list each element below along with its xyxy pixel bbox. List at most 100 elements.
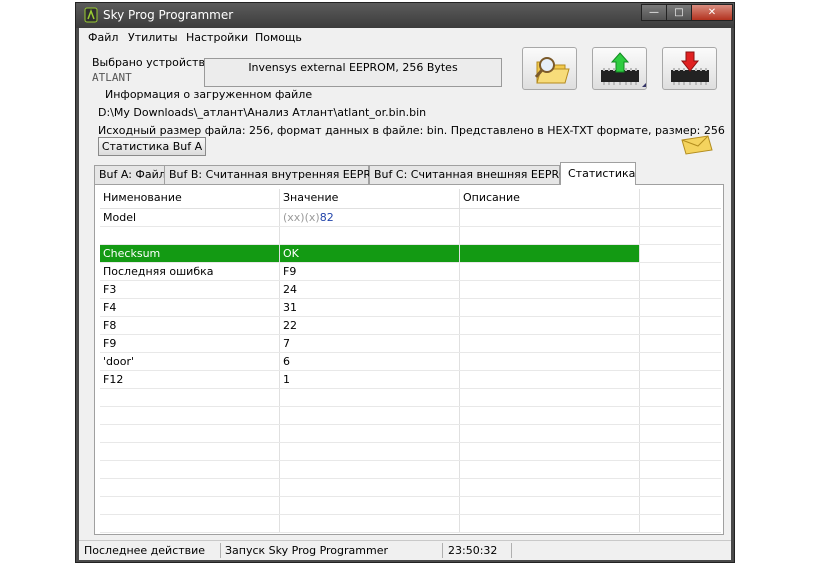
empty-row (100, 497, 721, 515)
cell-value: F9 (280, 263, 460, 280)
cell-filler (640, 317, 721, 334)
open-file-button[interactable] (522, 47, 577, 90)
app-icon (84, 7, 98, 23)
cell-value: 24 (280, 281, 460, 298)
column-header-description[interactable]: Описание (460, 189, 640, 208)
model-prefix: (xx)(x) (283, 211, 320, 224)
cell-filler (640, 263, 721, 280)
cell-description (460, 317, 640, 334)
cell-value: 31 (280, 299, 460, 316)
cell-name (100, 227, 280, 244)
read-chip-button[interactable] (662, 47, 717, 90)
status-bar: Последнее действие Запуск Sky Prog Progr… (79, 540, 731, 560)
cell-name: F4 (100, 299, 280, 316)
tab-statistics[interactable]: Статистика (560, 162, 636, 185)
empty-cell (460, 479, 640, 496)
cell-description (460, 353, 640, 370)
empty-row (100, 461, 721, 479)
model-value: 82 (319, 211, 334, 224)
menu-utilities[interactable]: Утилиты (128, 31, 178, 44)
table-row[interactable]: F4 31 (100, 299, 721, 317)
table-row[interactable]: F8 22 (100, 317, 721, 335)
cell-description (460, 245, 640, 262)
empty-cell (640, 389, 721, 406)
empty-cell (280, 515, 460, 532)
device-info-text: Invensys external EEPROM, 256 Bytes (248, 61, 458, 74)
cell-description (460, 209, 640, 226)
file-details: Исходный размер файла: 256, формат данны… (98, 124, 725, 137)
device-name: ATLANT (92, 71, 132, 84)
table-row[interactable]: 'door' 6 (100, 353, 721, 371)
minimize-button[interactable]: — (641, 4, 667, 21)
empty-row (100, 443, 721, 461)
empty-cell (460, 461, 640, 478)
empty-row (100, 407, 721, 425)
table-row[interactable]: F3 24 (100, 281, 721, 299)
maximize-button[interactable]: □ (666, 4, 692, 21)
cell-value: OK (280, 245, 460, 262)
cell-description (460, 281, 640, 298)
cell-filler (640, 299, 721, 316)
table-row[interactable]: F12 1 (100, 371, 721, 389)
empty-cell (640, 425, 721, 442)
empty-cell (640, 515, 721, 532)
empty-cell (280, 407, 460, 424)
cell-description (460, 371, 640, 388)
empty-cell (460, 407, 640, 424)
status-separator (511, 543, 512, 558)
table-row[interactable]: Последняя ошибка F9 (100, 263, 721, 281)
cell-name: F12 (100, 371, 280, 388)
empty-row (100, 425, 721, 443)
status-separator (442, 543, 443, 558)
menu-settings[interactable]: Настройки (186, 31, 248, 44)
menu-bar: Файл Утилиты Настройки Помощь (79, 28, 731, 46)
empty-row (100, 479, 721, 497)
menu-help[interactable]: Помощь (255, 31, 302, 44)
tab-buf-a[interactable]: Buf A: Файл (94, 165, 166, 184)
table-row[interactable]: Checksum OK (100, 245, 721, 263)
cell-name: Model (100, 209, 280, 226)
cell-name: F3 (100, 281, 280, 298)
cell-filler (640, 353, 721, 370)
stats-buf-a-button[interactable]: Статистика Buf A (98, 137, 206, 156)
empty-row (100, 515, 721, 533)
table-row-model[interactable]: Model (xx)(x)82 (100, 209, 721, 227)
empty-cell (640, 407, 721, 424)
empty-cell (460, 443, 640, 460)
column-header-value[interactable]: Значение (280, 189, 460, 208)
empty-cell (280, 497, 460, 514)
cell-description (460, 335, 640, 352)
empty-cell (280, 389, 460, 406)
cell-name: Последняя ошибка (100, 263, 280, 280)
cell-value: 1 (280, 371, 460, 388)
empty-cell (460, 497, 640, 514)
empty-cell (640, 497, 721, 514)
file-path: D:\My Downloads\_атлант\Анализ Атлант\at… (98, 106, 427, 119)
empty-cell (100, 497, 280, 514)
write-chip-button[interactable] (592, 47, 647, 90)
menu-file[interactable]: Файл (88, 31, 118, 44)
empty-cell (100, 389, 280, 406)
empty-cell (280, 425, 460, 442)
data-rows: Checksum OK Последняя ошибка F9 F3 24 F4 31 F8 22… (100, 245, 721, 389)
empty-cell (100, 425, 280, 442)
file-info-title: Информация о загруженном файле (103, 88, 315, 101)
table-row (100, 227, 721, 245)
close-button[interactable]: ✕ (691, 4, 733, 21)
title-bar[interactable]: Sky Prog Programmer — □ ✕ (76, 3, 734, 28)
empty-cell (280, 443, 460, 460)
open-file-icon (534, 57, 570, 84)
cell-name: Checksum (100, 245, 280, 262)
tab-buf-b[interactable]: Buf B: Считанная внутренняя EEPROM (164, 165, 389, 184)
empty-cell (460, 425, 640, 442)
status-time: 23:50:32 (448, 544, 498, 557)
empty-cell (640, 479, 721, 496)
column-header-name[interactable]: Нименование (100, 189, 280, 208)
cell-value: (xx)(x)82 (280, 209, 460, 226)
tab-buf-c[interactable]: Buf C: Считанная внешняя EEPROM (369, 165, 577, 184)
cell-description (460, 299, 640, 316)
empty-cell (100, 443, 280, 460)
cell-filler (640, 371, 721, 388)
table-row[interactable]: F9 7 (100, 335, 721, 353)
envelope-icon[interactable] (680, 134, 714, 156)
